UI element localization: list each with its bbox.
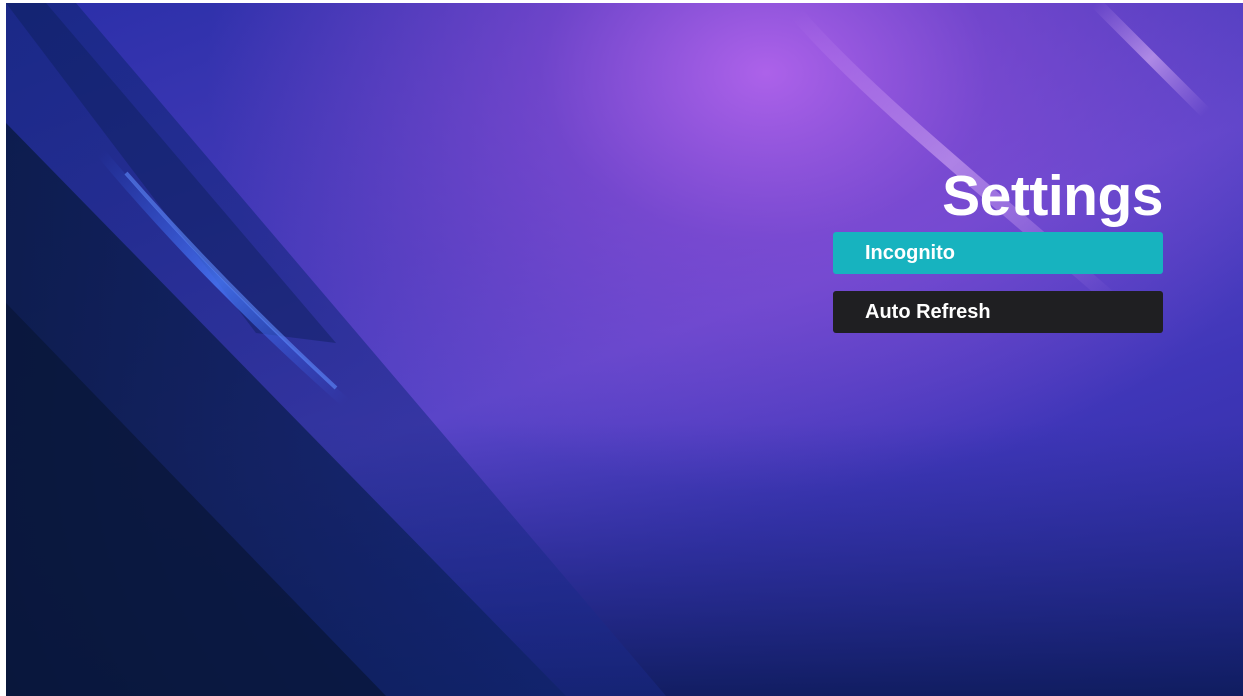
page-title: Settings xyxy=(942,164,1163,228)
tv-screen: Settings Incognito Auto Refresh xyxy=(6,3,1243,696)
background-art xyxy=(6,3,1243,696)
menu-item-label: Incognito xyxy=(865,241,955,264)
menu-item-label: Auto Refresh xyxy=(865,300,991,323)
settings-menu: Settings Incognito Auto Refresh xyxy=(833,161,1164,333)
menu-item-auto-refresh[interactable]: Auto Refresh xyxy=(833,291,1163,333)
menu-item-incognito[interactable]: Incognito xyxy=(833,232,1163,274)
